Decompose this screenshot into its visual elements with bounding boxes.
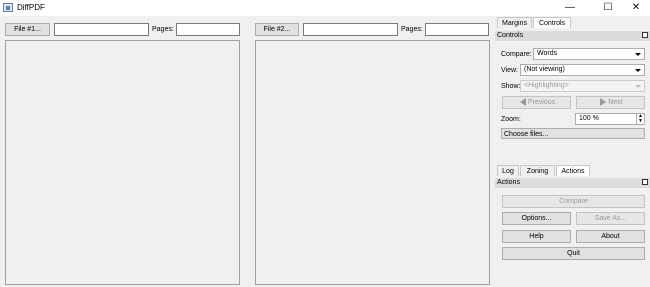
controls-dock-header: Controls [495,31,650,41]
close-icon[interactable]: ✕ [621,0,650,16]
arrow-left-icon [519,98,526,107]
actions-header-label: Actions [497,179,520,186]
maximize-icon[interactable]: ☐ [593,0,623,16]
choose-files-button[interactable]: Choose files... [501,128,645,139]
file1-path-input[interactable] [54,23,149,36]
minimize-icon[interactable]: — [555,0,585,16]
view-label: View: [501,67,518,74]
previous-button[interactable]: Previous [502,96,571,109]
options-button[interactable]: Options... [502,212,571,225]
float-icon[interactable] [642,32,648,38]
tab-actions[interactable]: Actions [556,165,590,176]
tab-log[interactable]: Log [497,165,519,176]
compare-select[interactable]: Words [533,48,645,60]
file2-pages-input[interactable] [425,23,489,36]
save-as-button[interactable]: Save As... [576,212,645,225]
show-label: Show: [501,83,521,90]
tab-margins[interactable]: Margins [497,17,532,28]
actions-dock-header: Actions [495,178,650,188]
window-title: DiffPDF [17,3,45,12]
chevron-down-icon [635,85,641,88]
compare-select-value: Words [537,50,558,57]
left-page-view[interactable] [5,40,240,285]
app-icon [3,3,13,12]
show-select[interactable]: <Highlighting> [520,80,645,92]
view-select[interactable]: (Not viewing) [520,64,645,76]
spin-arrows-icon[interactable]: ▲ ▼ [636,114,644,124]
chevron-down-icon [635,53,641,56]
show-select-value: <Highlighting> [524,82,569,89]
file1-pages-input[interactable] [176,23,240,36]
right-page-view[interactable] [255,40,490,285]
zoom-label: Zoom: [501,116,521,123]
view-select-value: (Not viewing) [524,66,565,73]
tab-controls[interactable]: Controls [533,17,571,28]
float-icon[interactable] [642,179,648,185]
file2-path-input[interactable] [303,23,398,36]
file2-button[interactable]: File #2... [255,23,299,36]
compare-label: Compare: [501,51,532,58]
tab-zoning[interactable]: Zoning [520,165,555,176]
quit-button[interactable]: Quit [502,247,645,260]
chevron-down-icon [635,69,641,72]
help-button[interactable]: Help [502,230,571,243]
next-button[interactable]: Next [576,96,645,109]
arrow-right-icon [600,98,607,107]
zoom-spinbox[interactable]: 100 % ▲ ▼ [575,113,645,125]
next-label: Next [608,99,623,106]
about-button[interactable]: About [576,230,645,243]
previous-label: Previous [527,99,556,106]
file1-button[interactable]: File #1... [5,23,50,36]
zoom-value: 100 % [579,115,599,122]
file1-pages-label: Pages: [152,26,174,33]
compare-button[interactable]: Compare [502,195,645,208]
file2-pages-label: Pages: [401,26,423,33]
title-bar: DiffPDF — ☐ ✕ [0,0,650,16]
controls-header-label: Controls [497,32,524,39]
